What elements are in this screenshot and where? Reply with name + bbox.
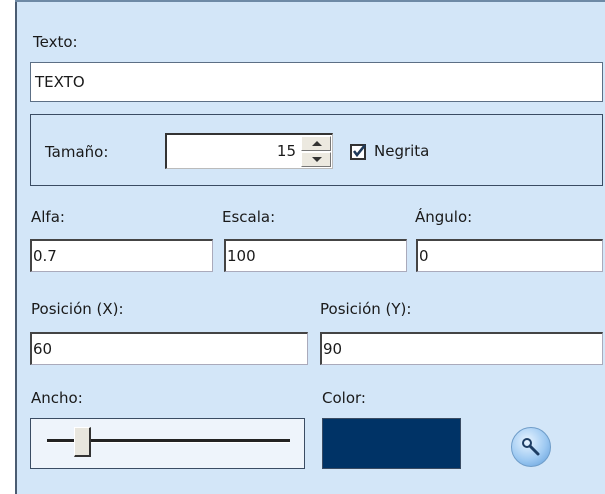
tamano-value: 15	[276, 142, 296, 160]
ancho-label: Ancho:	[31, 389, 83, 407]
texto-label: Texto:	[33, 33, 78, 51]
posicion-y-label: Posición (Y):	[320, 300, 412, 318]
posicion-x-input[interactable]: 60	[30, 332, 308, 365]
alfa-input[interactable]: 0.7	[30, 239, 213, 272]
color-label: Color:	[322, 389, 366, 407]
color-swatch[interactable]	[322, 418, 461, 469]
escala-label: Escala:	[222, 208, 276, 226]
negrita-checkbox[interactable]	[350, 144, 366, 160]
tamano-stepper[interactable]: 15	[165, 133, 333, 169]
color-picker-button[interactable]	[511, 427, 551, 467]
negrita-label: Negrita	[374, 142, 430, 160]
spin-down-button[interactable]	[301, 152, 331, 167]
alfa-label: Alfa:	[31, 208, 65, 226]
texto-input[interactable]: TEXTO	[30, 62, 603, 102]
tamano-label: Tamaño:	[45, 143, 109, 161]
spin-up-button[interactable]	[301, 136, 331, 151]
angulo-label: Ángulo:	[415, 208, 473, 226]
arrow-up-icon	[312, 141, 322, 146]
ancho-slider[interactable]	[30, 418, 305, 469]
posicion-y-input[interactable]: 90	[320, 332, 603, 365]
checkmark-icon	[352, 144, 366, 158]
arrow-down-icon	[312, 157, 322, 162]
magnifier-icon	[522, 438, 540, 456]
escala-input[interactable]: 100	[224, 239, 407, 272]
tamano-spin-buttons	[301, 136, 331, 167]
panel-top-border	[15, 0, 605, 2]
angulo-input[interactable]: 0	[416, 239, 603, 272]
slider-thumb[interactable]	[74, 427, 92, 457]
posicion-x-label: Posición (X):	[31, 300, 124, 318]
